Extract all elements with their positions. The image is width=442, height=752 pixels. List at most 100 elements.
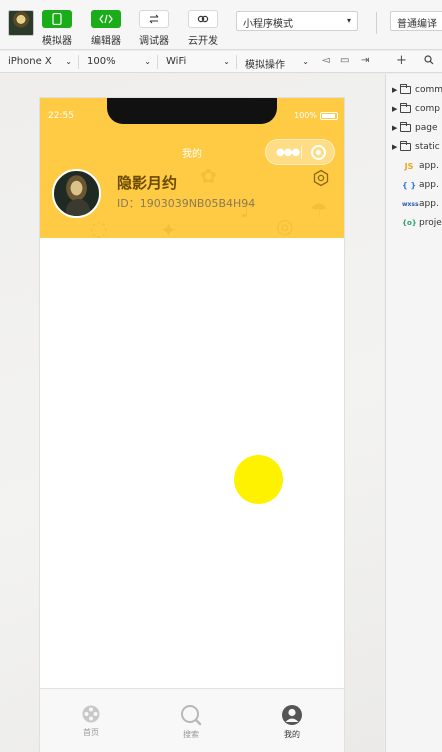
tree-item-label: comp	[415, 104, 440, 114]
status-time: 22:55	[48, 111, 74, 121]
tab-home-label: 首页	[83, 728, 99, 737]
user-icon	[282, 705, 302, 725]
tree-item-label: app.	[419, 199, 439, 209]
editor-button[interactable]: 编辑器	[82, 10, 130, 47]
tab-home[interactable]: 首页	[61, 704, 121, 738]
wxss-file-icon: wxss	[402, 200, 419, 208]
chevron-down-icon: ⌄	[302, 57, 309, 66]
battery-icon	[320, 111, 338, 120]
json-file-icon: { }	[402, 180, 417, 190]
detach-icon[interactable]: ⇥	[361, 55, 369, 66]
network-select[interactable]: WiFi ⌄	[162, 54, 232, 70]
phone-icon	[42, 10, 72, 28]
tree-item-label: comm	[415, 85, 442, 95]
debugger-label: 调试器	[139, 36, 169, 47]
mode-select[interactable]: 小程序模式 ▾	[236, 11, 358, 31]
window-icon[interactable]: ▭	[340, 55, 349, 66]
toolbar-divider	[157, 55, 158, 69]
toolbar-divider	[78, 55, 79, 69]
phone-screen: ✿ ♪ ◎ ◌ ✦ ☂ 22:55 100% 我的 ●●● 隐影月约 ID：19…	[40, 98, 344, 752]
tab-mine[interactable]: 我的	[262, 704, 322, 740]
tab-mine-label: 我的	[284, 730, 300, 739]
tree-item-label: proje	[419, 218, 442, 228]
tab-search[interactable]: 搜索	[161, 704, 221, 740]
decor-icon: ✦	[160, 218, 177, 238]
tree-item-label: app.	[419, 161, 439, 171]
miniprogram-capsule: ●●●	[265, 139, 335, 165]
tree-folder-comm[interactable]: ▶ comm	[392, 82, 442, 98]
folder-icon	[400, 103, 411, 113]
swap-arrows-icon	[139, 10, 169, 28]
folder-icon	[400, 141, 411, 151]
main-toolbar: 模拟器 编辑器 调试器 云开发 小程序模式 ▾ 普通编译	[0, 0, 442, 50]
file-tree: ▶ comm ▶ comp ▶ page ▶ static JS app. { …	[385, 74, 442, 752]
chevron-down-icon: ⌄	[65, 57, 72, 66]
chevron-down-icon: ⌄	[223, 57, 230, 66]
user-id: ID：1903039NB05B4H94	[117, 197, 256, 210]
simulator-button[interactable]: 模拟器	[33, 10, 81, 47]
search-icon[interactable]	[424, 55, 434, 68]
caret-down-icon: ▾	[346, 16, 351, 25]
cloud-dev-label: 云开发	[188, 36, 218, 47]
chevron-down-icon: ⌄	[144, 57, 151, 66]
tree-item-label: page	[415, 123, 438, 133]
code-icon	[91, 10, 121, 28]
caret-right-icon: ▶	[392, 105, 398, 113]
add-file-icon[interactable]: +	[396, 53, 407, 68]
tab-bar: 首页 搜索 我的	[40, 688, 344, 752]
compile-select-value: 普通编译	[397, 19, 437, 30]
decor-icon: ✿	[200, 164, 217, 188]
user-avatar[interactable]	[52, 169, 101, 218]
operation-select[interactable]: 模拟操作 ⌄	[241, 54, 311, 71]
profile-header: ✿ ♪ ◎ ◌ ✦ ☂ 22:55 100% 我的 ●●● 隐影月约 ID：19…	[40, 98, 344, 238]
more-dots-icon[interactable]: ●●●	[276, 147, 300, 158]
tree-file-app-wxss[interactable]: wxss app.	[402, 196, 439, 212]
config-file-icon: {o}	[402, 219, 417, 227]
speaker-icon[interactable]: ◅	[322, 55, 330, 66]
decor-icon: ☂	[310, 198, 328, 222]
caret-right-icon: ▶	[392, 143, 398, 151]
toolbar-divider	[376, 12, 377, 34]
caret-right-icon: ▶	[392, 124, 398, 132]
operation-select-value: 模拟操作	[245, 60, 285, 71]
floating-ball[interactable]	[234, 455, 283, 504]
tree-file-app-js[interactable]: JS app.	[402, 158, 439, 174]
cloud-dev-button[interactable]: 云开发	[179, 10, 227, 47]
tab-search-label: 搜索	[183, 730, 199, 739]
folder-icon	[400, 122, 411, 132]
tree-file-app-json[interactable]: { } app.	[402, 177, 439, 193]
network-select-value: WiFi	[166, 56, 187, 67]
folder-icon	[400, 84, 411, 94]
device-select[interactable]: iPhone X ⌄	[4, 54, 74, 70]
debugger-button[interactable]: 调试器	[130, 10, 178, 47]
compile-select[interactable]: 普通编译	[390, 11, 442, 31]
developer-avatar[interactable]	[8, 10, 34, 36]
zoom-select[interactable]: 100% ⌄	[83, 54, 153, 70]
decor-icon: ◌	[90, 216, 108, 238]
caret-right-icon: ▶	[392, 86, 398, 94]
capsule-divider	[301, 146, 302, 159]
close-circle-icon[interactable]	[311, 145, 326, 160]
toolbar-divider	[236, 55, 237, 69]
status-battery: 100%	[294, 111, 338, 120]
mode-select-value: 小程序模式	[243, 19, 293, 30]
tree-item-label: static	[415, 142, 440, 152]
js-file-icon: JS	[404, 161, 414, 171]
phone-notch	[107, 98, 277, 124]
search-icon	[181, 705, 202, 726]
tree-folder-static[interactable]: ▶ static	[392, 139, 440, 155]
tree-folder-comp[interactable]: ▶ comp	[392, 101, 440, 117]
simulator-toolbar: iPhone X ⌄ 100% ⌄ WiFi ⌄ 模拟操作 ⌄ ◅ ▭ ⇥ +	[0, 51, 442, 73]
film-reel-icon	[82, 705, 100, 723]
settings-icon[interactable]	[312, 169, 330, 187]
battery-percent: 100%	[294, 111, 317, 120]
tree-folder-page[interactable]: ▶ page	[392, 120, 437, 136]
tree-item-label: app.	[419, 180, 439, 190]
editor-label: 编辑器	[91, 36, 121, 47]
device-select-value: iPhone X	[8, 56, 52, 67]
cloud-link-icon	[188, 10, 218, 28]
tree-file-project-config[interactable]: {o} proje	[402, 215, 442, 231]
user-name: 隐影月约	[117, 174, 178, 192]
zoom-select-value: 100%	[87, 56, 116, 67]
decor-icon: ◎	[276, 214, 294, 238]
